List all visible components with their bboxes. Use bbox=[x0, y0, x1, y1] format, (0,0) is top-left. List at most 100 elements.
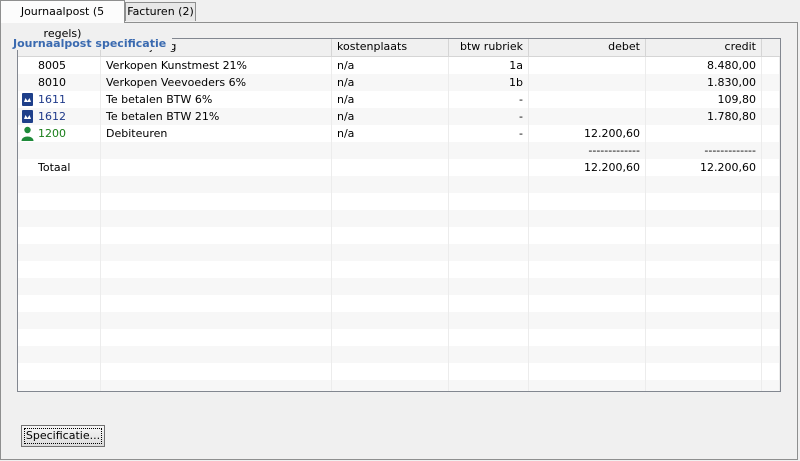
cell-empty bbox=[762, 380, 780, 391]
table-row[interactable] bbox=[18, 176, 780, 193]
table-row[interactable] bbox=[18, 329, 780, 346]
cell-filler bbox=[762, 125, 780, 142]
cell-empty bbox=[449, 227, 529, 244]
cell-empty bbox=[449, 295, 529, 312]
table-row[interactable] bbox=[18, 261, 780, 278]
cell-empty bbox=[762, 261, 780, 278]
table-row[interactable] bbox=[18, 312, 780, 329]
cell-empty bbox=[101, 380, 332, 391]
section-title: Journaalpost specificatie bbox=[13, 37, 173, 50]
table-row[interactable]: 8010 Verkopen Veevoeders 6% n/a 1b 1.830,00 bbox=[18, 74, 780, 91]
journal-grid[interactable]: reknr. omschrijving kostenplaats btw rub… bbox=[17, 38, 781, 392]
table-row[interactable] bbox=[18, 346, 780, 363]
table-row[interactable] bbox=[18, 193, 780, 210]
cell-empty bbox=[529, 210, 646, 227]
cell-empty bbox=[529, 244, 646, 261]
table-row[interactable]: 1611 Te betalen BTW 6% n/a - 109,80 bbox=[18, 91, 780, 108]
table-row[interactable]: 1612 Te betalen BTW 21% n/a - 1.780,80 bbox=[18, 108, 780, 125]
cell-empty bbox=[646, 380, 762, 391]
cell-empty bbox=[18, 363, 101, 380]
cell-empty bbox=[332, 278, 449, 295]
cell-empty bbox=[101, 210, 332, 227]
cell-empty bbox=[646, 210, 762, 227]
cell-empty bbox=[332, 227, 449, 244]
reknr-text: 8010 bbox=[38, 76, 66, 89]
cell-empty bbox=[646, 261, 762, 278]
cell-debet bbox=[529, 108, 646, 125]
table-row[interactable] bbox=[18, 278, 780, 295]
cell-empty bbox=[529, 295, 646, 312]
cell-empty bbox=[18, 244, 101, 261]
cell-empty bbox=[332, 244, 449, 261]
tax-authority-icon bbox=[22, 93, 33, 106]
cell-omschrijving: Debiteuren bbox=[101, 125, 332, 142]
cell-empty bbox=[762, 363, 780, 380]
cell-empty bbox=[18, 210, 101, 227]
cell-empty bbox=[762, 278, 780, 295]
table-row[interactable]: 1200 Debiteuren n/a -12.200,60 bbox=[18, 125, 780, 142]
table-row[interactable] bbox=[18, 210, 780, 227]
separator-credit: ------------- bbox=[646, 142, 762, 159]
cell-credit: 1.780,80 bbox=[646, 108, 762, 125]
tab-journaalpost[interactable]: Journaalpost (5 regels) bbox=[0, 0, 125, 40]
col-header-kostenplaats[interactable]: kostenplaats bbox=[332, 39, 449, 56]
cell-empty bbox=[101, 363, 332, 380]
cell-empty bbox=[332, 363, 449, 380]
cell-empty bbox=[529, 193, 646, 210]
cell-empty bbox=[646, 312, 762, 329]
col-header-credit[interactable]: credit bbox=[646, 39, 762, 56]
cell-empty bbox=[332, 295, 449, 312]
table-row[interactable] bbox=[18, 380, 780, 391]
cell-empty bbox=[18, 346, 101, 363]
cell-filler bbox=[762, 142, 780, 159]
cell-filler bbox=[762, 57, 780, 74]
cell-empty bbox=[449, 210, 529, 227]
cell-empty bbox=[449, 176, 529, 193]
specificatie-button[interactable]: Specificatie... bbox=[21, 425, 105, 447]
table-row[interactable]: Totaal 12.200,60 12.200,60 bbox=[18, 159, 780, 176]
cell-empty bbox=[332, 329, 449, 346]
cell-empty bbox=[762, 329, 780, 346]
cell-debet bbox=[529, 91, 646, 108]
cell-debet: 12.200,60 bbox=[529, 125, 646, 142]
table-row[interactable] bbox=[18, 295, 780, 312]
table-row[interactable]: ------------- ------------- bbox=[18, 142, 780, 159]
cell-empty bbox=[18, 176, 101, 193]
table-row[interactable] bbox=[18, 363, 780, 380]
cell-empty bbox=[18, 295, 101, 312]
table-row[interactable] bbox=[18, 227, 780, 244]
cell-filler bbox=[762, 74, 780, 91]
cell-empty bbox=[101, 176, 332, 193]
cell-empty bbox=[449, 312, 529, 329]
cell-empty bbox=[646, 346, 762, 363]
cell-kostenplaats: n/a bbox=[332, 74, 449, 91]
cell-empty bbox=[101, 312, 332, 329]
cell-debet bbox=[529, 57, 646, 74]
cell-kostenplaats: n/a bbox=[332, 125, 449, 142]
cell-empty bbox=[101, 142, 332, 159]
col-header-btw-rubriek[interactable]: btw rubriek bbox=[449, 39, 529, 56]
cell-empty bbox=[646, 278, 762, 295]
cell-empty bbox=[449, 278, 529, 295]
tab-bar: Journaalpost (5 regels) Facturen (2) bbox=[0, 0, 800, 40]
cell-empty bbox=[646, 193, 762, 210]
cell-reknr: 1200 bbox=[18, 125, 101, 142]
cell-empty bbox=[332, 193, 449, 210]
cell-empty bbox=[646, 295, 762, 312]
cell-empty bbox=[101, 295, 332, 312]
cell-empty bbox=[529, 278, 646, 295]
reknr-text: 8005 bbox=[38, 59, 66, 72]
cell-empty bbox=[332, 210, 449, 227]
total-debet: 12.200,60 bbox=[529, 159, 646, 176]
cell-empty bbox=[18, 142, 101, 159]
cell-omschrijving: Te betalen BTW 21% bbox=[101, 108, 332, 125]
cell-empty bbox=[332, 346, 449, 363]
cell-empty bbox=[18, 278, 101, 295]
table-row[interactable] bbox=[18, 244, 780, 261]
table-row[interactable]: 8005 Verkopen Kunstmest 21% n/a 1a 8.480,00 bbox=[18, 57, 780, 74]
cell-empty bbox=[449, 142, 529, 159]
cell-empty bbox=[332, 312, 449, 329]
col-header-debet[interactable]: debet bbox=[529, 39, 646, 56]
tab-facturen[interactable]: Facturen (2) bbox=[125, 2, 196, 21]
cell-empty bbox=[646, 227, 762, 244]
